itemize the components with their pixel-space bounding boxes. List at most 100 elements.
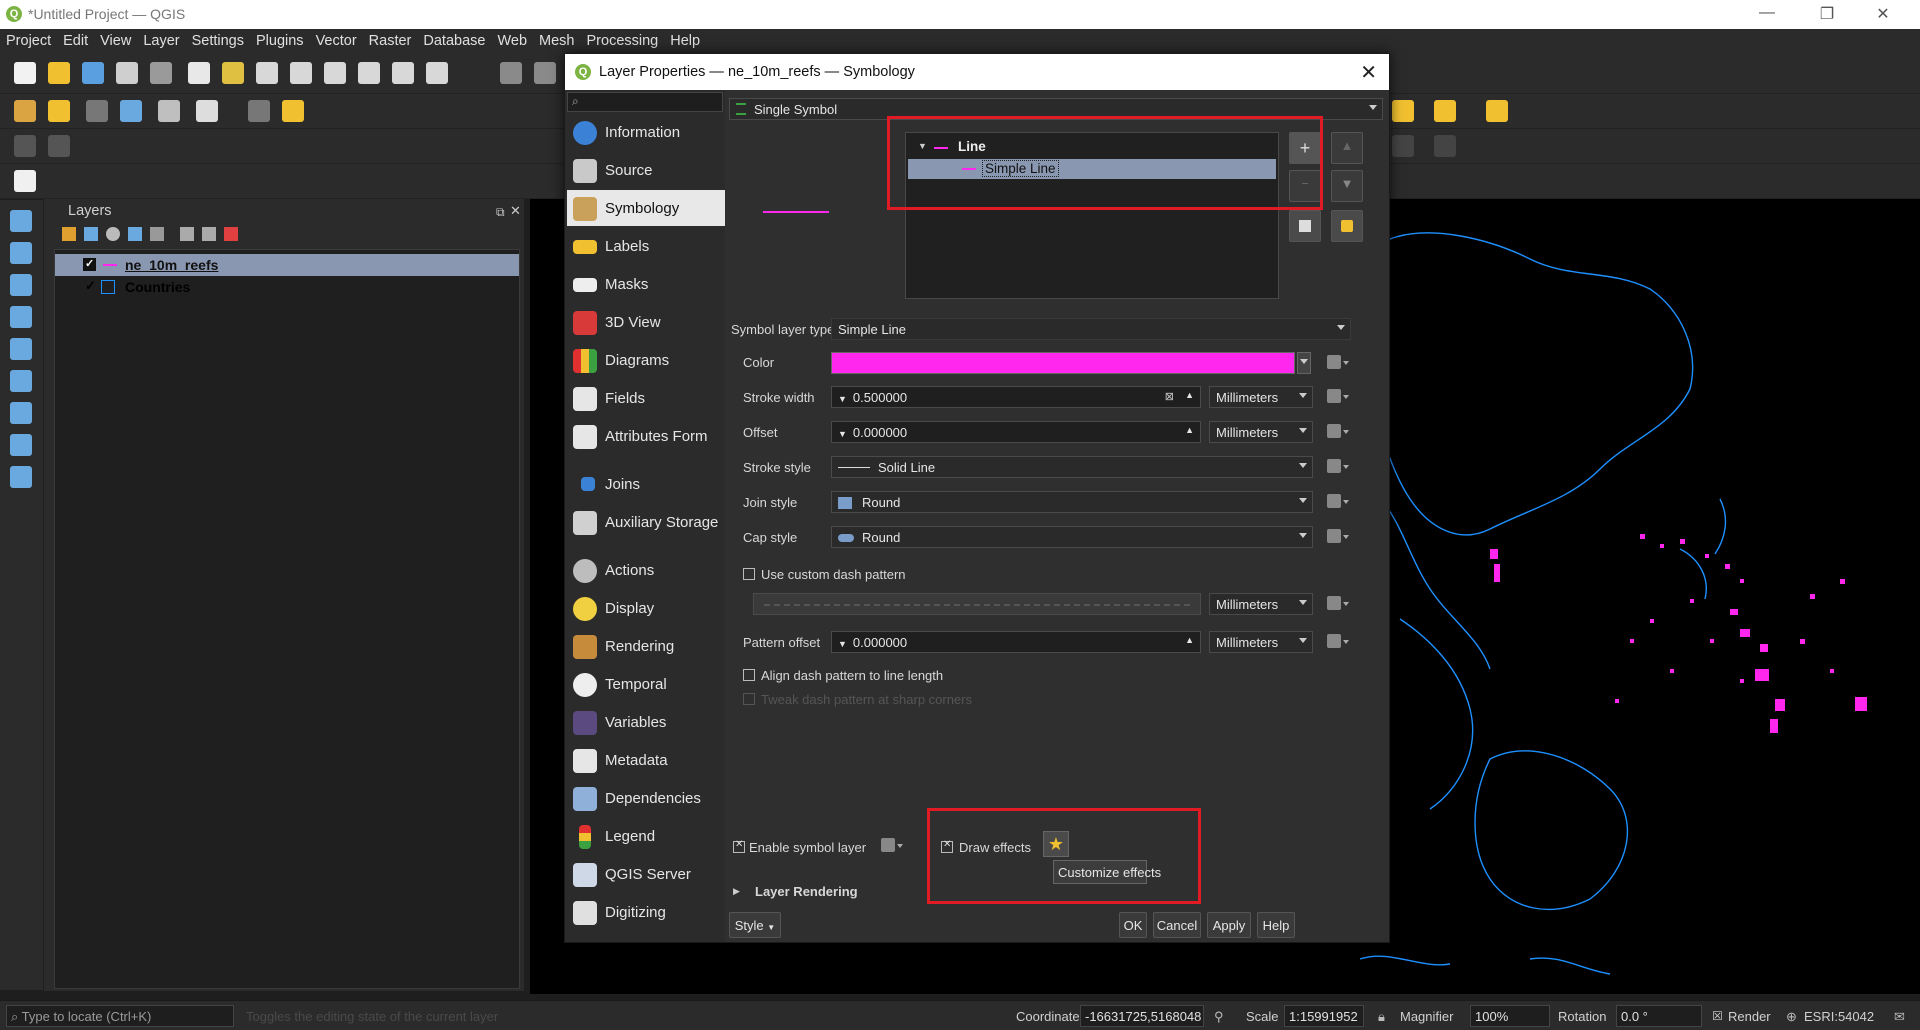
menu-web[interactable]: Web	[491, 29, 533, 49]
nav-legend[interactable]: Legend	[567, 818, 725, 854]
nav-3d-view[interactable]: 3D View	[567, 304, 725, 340]
mouse-coordinate-icon[interactable]: ⚲	[1214, 1009, 1232, 1025]
dash-unit-combo[interactable]: Millimeters	[1209, 593, 1313, 615]
nav-actions[interactable]: Actions	[567, 552, 725, 588]
ok-button[interactable]: OK	[1119, 912, 1147, 938]
nav-source[interactable]: Source	[567, 152, 725, 188]
menu-database[interactable]: Database	[417, 29, 491, 49]
menu-layer[interactable]: Layer	[137, 29, 185, 49]
add-vector-layer-icon[interactable]	[10, 210, 32, 232]
offset-unit-combo[interactable]: Millimeters	[1209, 421, 1313, 443]
menu-project[interactable]: Project	[0, 29, 57, 49]
coordinate-field[interactable]: -16631725,5168048	[1080, 1005, 1204, 1027]
save-project-icon[interactable]	[82, 62, 104, 84]
enable-layer-data-defined-button[interactable]	[879, 835, 903, 857]
nav-diagrams[interactable]: Diagrams	[567, 342, 725, 378]
data-source-manager-icon[interactable]	[14, 100, 36, 122]
add-postgis-icon[interactable]	[10, 370, 32, 392]
menu-edit[interactable]: Edit	[57, 29, 94, 49]
layer-row-countries[interactable]: ✓ Countries	[55, 276, 519, 298]
refresh-icon[interactable]	[534, 62, 556, 84]
nav-digitizing[interactable]: Digitizing	[567, 894, 725, 930]
help-button[interactable]: Help	[1257, 912, 1295, 938]
add-wms-icon[interactable]	[10, 402, 32, 424]
layer-row-reefs[interactable]: ✓ ne_10m_reefs	[55, 254, 519, 276]
open-project-icon[interactable]	[48, 62, 70, 84]
pattern-offset-unit-combo[interactable]: Millimeters	[1209, 631, 1313, 653]
new-print-layout-icon[interactable]	[116, 62, 138, 84]
zoom-out-icon[interactable]	[290, 62, 312, 84]
menu-settings[interactable]: Settings	[186, 29, 250, 49]
nav-auxiliary-storage[interactable]: Auxiliary Storage	[567, 504, 725, 540]
dash-data-defined-button[interactable]	[1325, 593, 1349, 615]
nav-qgis-server[interactable]: QGIS Server	[567, 856, 725, 892]
crs-globe-icon[interactable]: ⊕	[1786, 1009, 1797, 1025]
collapse-all-icon[interactable]	[202, 227, 216, 241]
visibility-eye-icon[interactable]	[106, 227, 120, 241]
menu-plugins[interactable]: Plugins	[250, 29, 310, 49]
messages-icon[interactable]: ✉	[1894, 1009, 1905, 1025]
nav-temporal[interactable]: Temporal	[567, 666, 725, 702]
render-checkbox[interactable]: ☒	[1712, 1009, 1723, 1023]
magnifier-field[interactable]: 100%	[1470, 1005, 1550, 1027]
digitize-tools-icon[interactable]	[86, 100, 108, 122]
virtual-layer-icon[interactable]	[158, 100, 180, 122]
chevron-up-icon[interactable]: ▲	[1185, 635, 1194, 645]
layer-rendering-section[interactable]: Layer Rendering	[755, 884, 858, 899]
deselect-features-icon[interactable]	[1434, 100, 1456, 122]
chevron-right-icon[interactable]: ▶	[733, 886, 740, 897]
move-down-button[interactable]: ▼	[1331, 170, 1363, 202]
color-menu-button[interactable]	[1297, 352, 1311, 374]
menu-raster[interactable]: Raster	[363, 29, 418, 49]
crs-label[interactable]: ESRI:54042	[1804, 1009, 1874, 1024]
clear-icon[interactable]: ⊠	[1165, 390, 1174, 403]
offset-spinbox[interactable]: ▼ 0.000000 ▲	[831, 421, 1201, 443]
digitizing-tool-icon[interactable]	[14, 135, 36, 157]
zoom-last-icon[interactable]	[500, 62, 522, 84]
maximize-button[interactable]: ❐	[1812, 4, 1842, 24]
close-window-button[interactable]: ✕	[1868, 4, 1898, 24]
stroke-width-data-defined-button[interactable]	[1325, 386, 1349, 408]
nav-dependencies[interactable]: Dependencies	[567, 780, 725, 816]
pan-to-selection-icon[interactable]	[222, 62, 244, 84]
add-wcs-icon[interactable]	[10, 466, 32, 488]
layout-manager-icon[interactable]	[150, 62, 172, 84]
menu-help[interactable]: Help	[664, 29, 706, 49]
move-up-button[interactable]: ▲	[1331, 132, 1363, 164]
add-spatialite-icon[interactable]	[10, 338, 32, 360]
vertex-tool-icon[interactable]	[48, 135, 70, 157]
rotation-field[interactable]: 0.0 °	[1616, 1005, 1702, 1027]
stroke-style-data-defined-button[interactable]	[1325, 456, 1349, 478]
nav-metadata[interactable]: Metadata	[567, 742, 725, 778]
offset-data-defined-button[interactable]	[1325, 421, 1349, 443]
nav-rendering[interactable]: Rendering	[567, 628, 725, 664]
scale-combo[interactable]: 1:15991952	[1284, 1005, 1364, 1027]
select-features-icon[interactable]	[1392, 100, 1414, 122]
style-menu-button[interactable]: Style ▼	[729, 912, 781, 938]
stroke-width-spinbox[interactable]: ▼ 0.500000 ⊠ ▲	[831, 386, 1201, 408]
remove-layer-icon[interactable]	[224, 227, 238, 241]
nav-attributes-form[interactable]: Attributes Form	[567, 418, 725, 454]
add-wfs-icon[interactable]	[10, 434, 32, 456]
zoom-native-icon[interactable]	[426, 62, 448, 84]
join-style-combo[interactable]: Round	[831, 491, 1313, 513]
zoom-to-layer-icon[interactable]	[392, 62, 414, 84]
add-raster-layer-icon[interactable]	[10, 242, 32, 264]
enable-symbol-layer-checkbox[interactable]: ✕	[733, 839, 745, 853]
menu-vector[interactable]: Vector	[310, 29, 363, 49]
vector-layer-icon[interactable]	[196, 100, 218, 122]
open-styling-icon[interactable]	[62, 227, 76, 241]
custom-dash-checkbox[interactable]	[743, 568, 755, 580]
pattern-offset-data-defined-button[interactable]	[1325, 631, 1349, 653]
nav-display[interactable]: Display	[567, 590, 725, 626]
nav-labels[interactable]: Labels	[567, 228, 725, 264]
undock-icon[interactable]: ⧉	[496, 205, 505, 220]
layer-visibility-checkbox[interactable]: ✓	[85, 278, 96, 294]
close-panel-icon[interactable]: ✕	[510, 203, 521, 219]
symbol-layer-type-combo[interactable]: Simple Line	[831, 318, 1351, 340]
toggle-editing-icon[interactable]	[282, 100, 304, 122]
nav-symbology[interactable]: Symbology	[567, 190, 725, 226]
join-style-data-defined-button[interactable]	[1325, 491, 1349, 513]
menu-processing[interactable]: Processing	[581, 29, 665, 49]
add-mesh-layer-icon[interactable]	[10, 274, 32, 296]
